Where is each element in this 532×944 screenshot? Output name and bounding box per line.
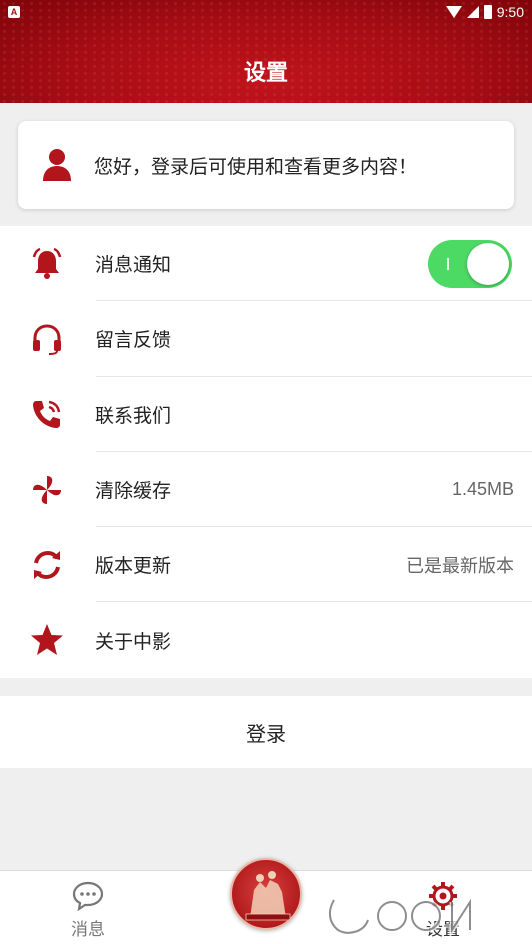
settings-item-label: 留言反馈 xyxy=(95,329,172,352)
star-icon xyxy=(28,621,66,659)
headset-icon xyxy=(28,320,66,358)
settings-item-label: 版本更新 xyxy=(95,555,172,578)
cache-size-value: 1.45MB xyxy=(451,479,514,500)
status-time: 9:50 xyxy=(496,4,524,20)
toggle-on-mark xyxy=(447,257,449,270)
settings-item-contact[interactable]: 联系我们 xyxy=(0,377,532,452)
page-title: 设置 xyxy=(243,61,288,86)
settings-item-notifications[interactable]: 消息通知 xyxy=(0,226,532,302)
user-icon xyxy=(43,149,71,181)
settings-item-label: 清除缓存 xyxy=(95,480,172,503)
bell-icon xyxy=(28,245,66,283)
watermark-logo xyxy=(327,893,473,939)
pinwheel-icon xyxy=(28,471,66,509)
app-notification-icon: A xyxy=(8,6,20,18)
center-home-logo[interactable] xyxy=(230,858,302,930)
tab-label: 消息 xyxy=(71,920,105,940)
settings-list: 消息通知 留言反馈 联系我们 清除缓存 1.45MB 版本更新 已是最新版本 关… xyxy=(0,226,532,678)
tab-messages[interactable]: 消息 xyxy=(33,871,143,944)
battery-icon xyxy=(483,5,492,19)
settings-item-about[interactable]: 关于中影 xyxy=(0,602,532,677)
status-bar: A 9:50 xyxy=(0,0,532,24)
wifi-icon xyxy=(445,6,462,18)
phone-icon xyxy=(28,395,66,433)
settings-item-feedback[interactable]: 留言反馈 xyxy=(0,301,532,377)
notification-toggle[interactable] xyxy=(428,239,512,288)
signal-icon xyxy=(466,6,479,18)
login-button[interactable]: 登录 xyxy=(0,696,532,768)
version-status-value: 已是最新版本 xyxy=(406,555,514,576)
login-prompt-text: 您好，登录后可使用和查看更多内容！ xyxy=(94,155,418,178)
settings-item-label: 关于中影 xyxy=(95,630,172,653)
login-prompt-card[interactable]: 您好，登录后可使用和查看更多内容！ xyxy=(18,121,514,209)
toggle-knob xyxy=(467,242,509,285)
refresh-icon xyxy=(28,546,66,584)
settings-item-label: 消息通知 xyxy=(95,254,172,277)
settings-item-version-update[interactable]: 版本更新 已是最新版本 xyxy=(0,527,532,603)
settings-item-clear-cache[interactable]: 清除缓存 1.45MB xyxy=(0,452,532,528)
app-header: A 9:50 设置 xyxy=(0,0,532,103)
settings-item-label: 联系我们 xyxy=(95,404,172,427)
chat-bubble-icon xyxy=(72,881,104,911)
